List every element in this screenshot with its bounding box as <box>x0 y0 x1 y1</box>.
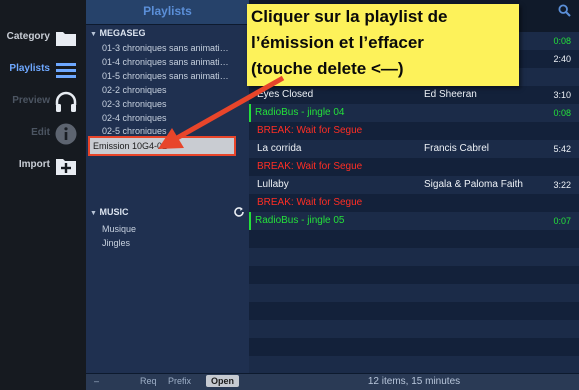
empty-row <box>249 356 579 374</box>
track-row[interactable]: Lullaby Sigala & Paloma Faith 3:22 <box>249 176 579 194</box>
track-duration: 2:40 <box>553 54 571 64</box>
empty-row <box>249 338 579 356</box>
group-name: MEGASEG <box>99 28 146 38</box>
sidebar-item-edit[interactable]: Edit <box>0 120 86 148</box>
disclosure-triangle-icon: ▼ <box>90 210 97 217</box>
track-duration: 5:42 <box>553 144 571 154</box>
track-title: La corrida <box>257 143 302 154</box>
group-header-music[interactable]: ▼ MUSIC <box>86 204 249 220</box>
annotation-line: (touche delete <—) <box>251 59 404 78</box>
track-artist: Francis Cabrel <box>424 143 490 154</box>
break-row[interactable]: BREAK: Wait for Segue <box>249 194 579 212</box>
playlists-title: Playlists <box>86 0 249 25</box>
playlist-item[interactable]: 01-4 chroniques sans animati… <box>86 55 249 69</box>
track-artist: Sigala & Paloma Faith <box>424 179 523 190</box>
playlist-item-selected[interactable]: Emission 10G4-01 <box>88 136 236 156</box>
open-button[interactable]: Open <box>206 375 240 387</box>
playlists-toolbar: – Req Prefix Open <box>86 373 249 390</box>
playlist-item[interactable]: 02-3 chroniques <box>86 97 249 111</box>
group-header-megaseg[interactable]: ▼ MEGASEG <box>86 25 249 41</box>
track-title: RadioBus - jingle 04 <box>255 107 345 118</box>
jingle-row[interactable]: RadioBus - jingle 04 0:08 <box>249 104 579 122</box>
track-duration: 0:07 <box>553 216 571 226</box>
track-duration: 0:08 <box>553 108 571 118</box>
sidebar-item-import[interactable]: Import <box>0 152 86 180</box>
empty-row <box>249 230 579 248</box>
req-button[interactable]: Req <box>140 376 157 386</box>
annotation-line: Cliquer sur la playlist de <box>251 7 448 26</box>
track-title: Lullaby <box>257 179 289 190</box>
track-title: BREAK: Wait for Segue <box>257 125 363 136</box>
empty-row <box>249 248 579 266</box>
track-title: BREAK: Wait for Segue <box>257 161 363 172</box>
track-duration: 3:10 <box>553 90 571 100</box>
annotation-callout: Cliquer sur la playlist de l’émission et… <box>247 4 519 86</box>
empty-row <box>249 320 579 338</box>
playlist-item[interactable]: 02-4 chroniques <box>86 111 249 125</box>
playlist-item[interactable]: Musique <box>86 222 249 236</box>
track-title: Eyes Closed <box>257 89 314 100</box>
track-duration: 3:22 <box>553 180 571 190</box>
info-icon <box>55 123 77 145</box>
track-row[interactable]: La corrida Francis Cabrel 5:42 <box>249 140 579 158</box>
playlists-panel: Playlists ▼ MEGASEG 01-3 chroniques sans… <box>86 0 249 390</box>
break-row[interactable]: BREAK: Wait for Segue <box>249 122 579 140</box>
playlist-item[interactable]: Jingles <box>86 236 249 250</box>
playlist-item[interactable]: 01-5 chroniques sans animati… <box>86 69 249 83</box>
folder-icon <box>56 32 76 46</box>
refresh-icon[interactable] <box>233 206 245 218</box>
break-row[interactable]: BREAK: Wait for Segue <box>249 158 579 176</box>
track-row[interactable]: Eyes Closed Ed Sheeran 3:10 <box>249 86 579 104</box>
annotation-line: l’émission et l’effacer <box>251 33 424 52</box>
track-duration: 0:08 <box>553 36 571 46</box>
playlist-item[interactable]: 01-3 chroniques sans animati… <box>86 41 249 55</box>
jingle-row[interactable]: RadioBus - jingle 05 0:07 <box>249 212 579 230</box>
status-bar: 12 items, 15 minutes <box>249 373 579 390</box>
sidebar-item-preview[interactable]: Preview <box>0 88 86 116</box>
folder-add-icon <box>56 159 76 175</box>
empty-row <box>249 266 579 284</box>
empty-row <box>249 302 579 320</box>
headphones-icon <box>55 91 77 112</box>
group-name: MUSIC <box>99 207 129 217</box>
list-icon <box>56 63 76 78</box>
track-artist: Ed Sheeran <box>424 89 477 100</box>
disclosure-triangle-icon: ▼ <box>90 31 97 38</box>
search-icon[interactable] <box>558 4 571 17</box>
playlist-item[interactable]: 02-2 chroniques <box>86 83 249 97</box>
playlist-item[interactable]: 02-5 chroniques <box>86 125 249 134</box>
empty-row <box>249 284 579 302</box>
remove-button[interactable]: – <box>94 376 99 386</box>
sidebar-item-playlists[interactable]: Playlists <box>0 56 86 84</box>
track-title: BREAK: Wait for Segue <box>257 197 363 208</box>
track-title: RadioBus - jingle 05 <box>255 215 345 226</box>
sidebar-item-category[interactable]: Category <box>0 24 86 52</box>
prefix-button[interactable]: Prefix <box>168 376 191 386</box>
sidebar: Category Playlists Preview Edit Import <box>0 0 86 390</box>
